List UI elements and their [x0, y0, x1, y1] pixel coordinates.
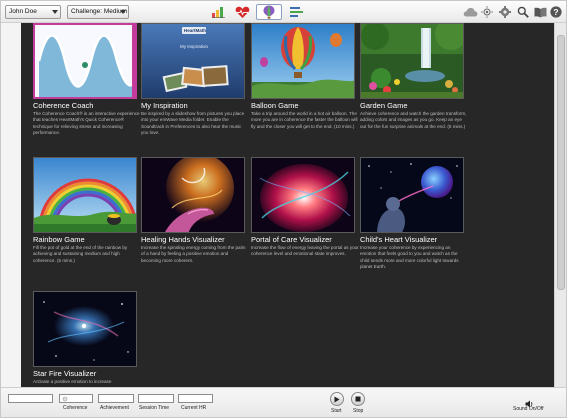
stop-icon	[355, 396, 361, 402]
app-window: John Doe Challenge: Medium ? Coherence C…	[0, 0, 567, 418]
tile-description: Be inspired by a slideshow from pictures…	[141, 111, 245, 136]
scrollbar-thumb[interactable]	[557, 35, 565, 290]
current-hr-field	[178, 394, 213, 403]
tile-description: Activate a positive emotion to increase	[33, 379, 112, 384]
achievement-label: Achievement	[100, 405, 129, 411]
coherence-meter	[59, 394, 93, 403]
start-button[interactable]	[330, 392, 344, 406]
achievement-field	[98, 394, 134, 403]
stop-label: Stop	[353, 408, 364, 414]
rainbow-game-thumbnail[interactable]	[33, 157, 137, 233]
user-select[interactable]: John Doe	[5, 5, 61, 19]
image-logo: HeartMath	[184, 28, 207, 33]
tile-title: Star Fire Visualizer	[33, 369, 97, 378]
tile-title: Child's Heart Visualizer	[360, 235, 438, 244]
coherence-coach-thumbnail[interactable]	[33, 23, 137, 99]
tile-description: Increase the spiraling energy coming fro…	[141, 245, 246, 263]
tile-description: Take a trip around the world in a hot ai…	[251, 111, 358, 129]
left-gutter	[1, 23, 21, 387]
tile-title: Balloon Game	[251, 101, 299, 110]
session-time-label: Session Time	[139, 405, 170, 411]
coherence-indicator-icon	[62, 396, 68, 402]
current-hr-label: Current HR	[181, 405, 207, 411]
top-toolbar: John Doe Challenge: Medium ?	[1, 1, 566, 23]
tile-title: Garden Game	[360, 101, 408, 110]
heart-icon[interactable]	[234, 4, 250, 20]
star-fire-thumbnail[interactable]	[33, 291, 137, 367]
tile-description: Fill the pot of gold at the end of the r…	[33, 245, 128, 263]
vertical-scrollbar[interactable]	[554, 23, 566, 387]
list-icon[interactable]	[289, 4, 305, 20]
session-time-field	[138, 394, 174, 403]
book-icon[interactable]	[532, 4, 548, 20]
chevron-down-icon	[120, 10, 126, 14]
bar-chart-icon[interactable]	[210, 4, 226, 20]
settings-icon[interactable]	[497, 4, 513, 20]
challenge-select[interactable]: Challenge: Medium	[67, 5, 129, 19]
tile-title: Coherence Coach	[33, 101, 94, 110]
tile-description: Achieve coherence and watch the garden t…	[360, 111, 467, 129]
cloud-icon[interactable]	[462, 4, 478, 20]
garden-game-thumbnail[interactable]	[360, 23, 464, 99]
my-inspiration-thumbnail[interactable]: HeartMath My Inspiration	[141, 23, 245, 99]
sun-icon[interactable]	[479, 4, 495, 20]
portal-of-care-thumbnail[interactable]	[251, 157, 355, 233]
svg-text:?: ?	[553, 7, 558, 17]
tile-title: Rainbow Game	[33, 235, 85, 244]
challenge-select-value: Challenge: Medium	[71, 8, 128, 15]
balloon-game-thumbnail[interactable]	[251, 23, 355, 99]
sound-toggle-label: Sound On/Off	[513, 406, 544, 412]
user-select-value: John Doe	[9, 8, 37, 15]
tile-description: Increase your coherence by experiencing …	[360, 245, 459, 270]
help-icon[interactable]: ?	[548, 4, 564, 20]
balloon-icon[interactable]	[256, 4, 282, 20]
chevron-down-icon	[52, 10, 58, 14]
search-icon[interactable]	[515, 4, 531, 20]
childs-heart-thumbnail[interactable]	[360, 157, 464, 233]
coherence-label: Coherence	[63, 405, 88, 411]
user-field	[8, 394, 53, 403]
activity-gallery: Coherence Coach The Coherence Coach® is …	[21, 23, 554, 387]
stop-button[interactable]	[351, 392, 365, 406]
tile-title: Healing Hands Visualizer	[141, 235, 225, 244]
healing-hands-thumbnail[interactable]	[141, 157, 245, 233]
start-label: Start	[331, 408, 342, 414]
play-icon	[334, 396, 340, 402]
tile-title: My Inspiration	[141, 101, 188, 110]
bottom-status-bar: Coherence Achievement Session Time Curre…	[1, 387, 566, 417]
tile-description: The Coherence Coach® is an interactive e…	[33, 111, 140, 136]
tile-title: Portal of Care Visualizer	[251, 235, 332, 244]
image-caption: My Inspiration	[180, 44, 209, 49]
tile-description: Increase the flow of energy leaving the …	[251, 245, 359, 257]
